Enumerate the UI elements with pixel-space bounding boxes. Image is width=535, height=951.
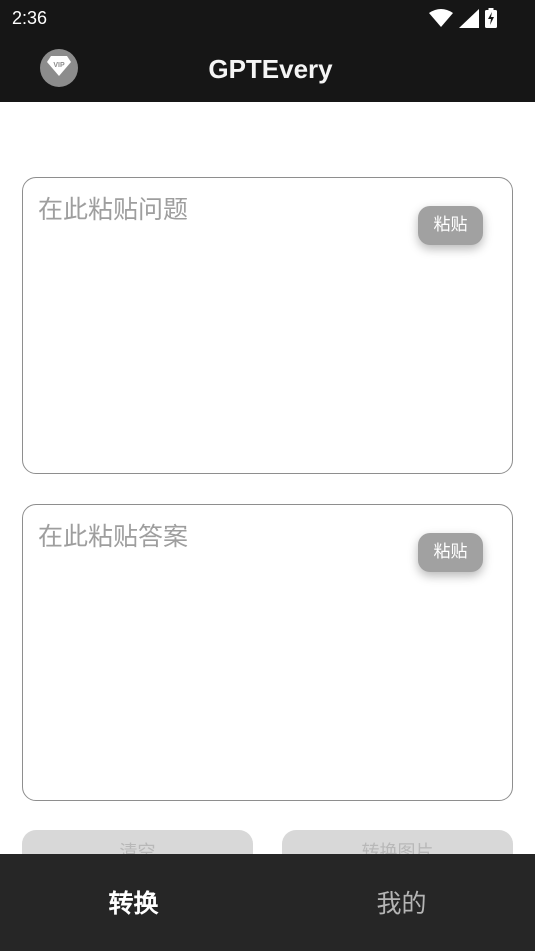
clear-button[interactable]: 清空 (22, 830, 253, 854)
question-placeholder: 在此粘贴问题 (38, 195, 189, 224)
paste-answer-button[interactable]: 粘贴 (418, 533, 483, 572)
signal-icon (459, 8, 479, 28)
app-title-text: GPTEvery (208, 54, 333, 84)
status-icons (429, 8, 497, 28)
answer-placeholder: 在此粘贴答案 (38, 522, 189, 551)
answer-input[interactable]: 在此粘贴答案 粘贴 (22, 504, 513, 801)
tab-convert[interactable]: 转换 (0, 854, 267, 951)
tab-mine[interactable]: 我的 (268, 854, 535, 951)
battery-charging-icon (485, 8, 497, 28)
app-bar: VIP GPTEvery (0, 36, 535, 102)
page-title: GPTEvery (0, 53, 535, 85)
status-bar: 2:36 (0, 0, 535, 36)
bottom-nav: 转换 我的 (0, 854, 535, 951)
wifi-icon (429, 9, 453, 27)
paste-question-button[interactable]: 粘贴 (418, 206, 483, 245)
convert-image-button[interactable]: 转换图片 (282, 830, 513, 854)
main-content: 在此粘贴问题 粘贴 在此粘贴答案 粘贴 清空 转换图片 (0, 102, 535, 854)
question-input[interactable]: 在此粘贴问题 粘贴 (22, 177, 513, 474)
status-time: 2:36 (12, 8, 48, 28)
